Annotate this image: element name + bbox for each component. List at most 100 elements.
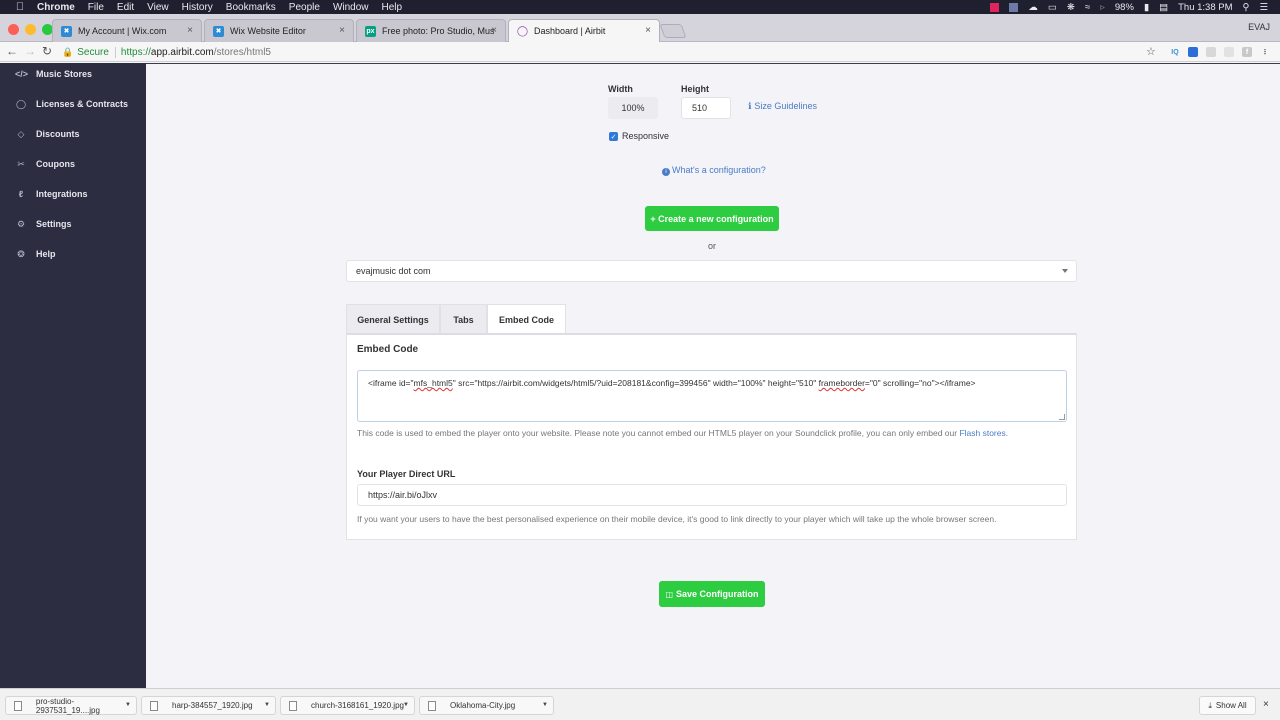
menu-people[interactable]: People <box>289 2 320 13</box>
file-icon <box>289 700 297 711</box>
height-label: Height <box>681 84 709 94</box>
battery-percent[interactable]: 98% <box>1115 2 1134 13</box>
sidebar-item-label: Settings <box>36 219 72 229</box>
code-part: <iframe id=" <box>368 378 414 388</box>
wix-icon: ✖ <box>213 25 224 37</box>
sidebar-item-help[interactable]: ❂ Help <box>0 243 146 265</box>
sidebar-item-coupons[interactable]: ✂ Coupons <box>0 153 146 175</box>
wifi-icon[interactable]: ≈ <box>1085 2 1090 13</box>
responsive-checkbox[interactable]: ✓ <box>609 132 618 141</box>
battery-icon: ▮ <box>1143 1 1150 13</box>
extension-icon[interactable] <box>1224 47 1234 57</box>
menu-file[interactable]: File <box>88 2 104 13</box>
show-all-downloads-button[interactable]: ⤓ Show All <box>1199 696 1256 715</box>
wd-icon[interactable] <box>1009 2 1019 12</box>
sidebar-item-music-stores[interactable]: </> Music Stores <box>0 63 146 85</box>
new-tab-button[interactable] <box>659 24 687 38</box>
menu-history[interactable]: History <box>182 2 213 13</box>
iq-extension-icon[interactable]: IQ <box>1170 47 1180 57</box>
resize-handle[interactable] <box>1059 414 1065 420</box>
embed-code-textarea[interactable]: <iframe id="mfs_html5" src="https://airb… <box>357 370 1067 422</box>
embed-code-panel: Embed Code <iframe id="mfs_html5" src="h… <box>346 333 1077 540</box>
shield-icon: ◯ <box>15 98 27 109</box>
width-value: 100% <box>621 103 645 113</box>
address-separator <box>114 46 116 58</box>
minimize-window-button[interactable] <box>25 24 36 35</box>
download-menu-arrow[interactable]: ▼ <box>542 702 548 708</box>
app-status-icon[interactable] <box>990 2 1000 12</box>
download-item[interactable]: pro-studio-2937531_19....jpg ▼ <box>5 696 137 715</box>
tab-strip: ✖ My Account | Wix.com × ✖ Wix Website E… <box>0 14 1280 42</box>
profile-button[interactable]: EVAJ <box>1248 22 1270 32</box>
tag-icon: ◇ <box>17 128 25 139</box>
whats-config-link[interactable]: i What's a configuration? <box>662 165 766 176</box>
skype-extension-icon[interactable] <box>1206 47 1216 57</box>
file-icon <box>428 700 436 711</box>
menu-app-name[interactable]: Chrome <box>37 2 75 13</box>
volume-icon[interactable]: ▹ <box>1100 2 1105 13</box>
download-menu-arrow[interactable]: ▼ <box>125 702 131 708</box>
download-item[interactable]: church-3168161_1920.jpg ▼ <box>280 696 415 715</box>
menu-help[interactable]: Help <box>382 2 403 13</box>
back-icon[interactable]: ← <box>6 44 18 58</box>
download-filename: Oklahoma-City.jpg <box>450 701 516 710</box>
wix-icon: ✖ <box>61 25 72 37</box>
notification-center-icon[interactable]: ☰ <box>1259 2 1268 13</box>
reload-icon[interactable]: ↻ <box>42 44 52 58</box>
bluetooth-icon[interactable]: ❋ <box>1067 2 1075 13</box>
sidebar-item-settings[interactable]: ⚙ Settings <box>0 213 146 235</box>
sidebar-item-label: Discounts <box>36 129 80 139</box>
browser-tab[interactable]: ✖ My Account | Wix.com × <box>52 19 202 42</box>
tab-embed-code[interactable]: Embed Code <box>487 304 566 334</box>
sidebar-item-licenses[interactable]: ◯ Licenses & Contracts <box>0 93 146 115</box>
size-guidelines-link[interactable]: ℹ Size Guidelines <box>748 101 817 112</box>
menu-edit[interactable]: Edit <box>117 2 134 13</box>
sidebar-item-integrations[interactable]: ℓ Integrations <box>0 183 146 205</box>
browser-tab[interactable]: ✖ Wix Website Editor × <box>204 19 354 42</box>
height-input[interactable]: 510 <box>681 97 731 119</box>
forward-icon[interactable]: → <box>24 44 36 58</box>
bookmark-star-icon[interactable]: ☆ <box>1146 45 1156 58</box>
tab-general-settings[interactable]: General Settings <box>346 304 440 334</box>
download-item[interactable]: Oklahoma-City.jpg ▼ <box>419 696 554 715</box>
close-tab-icon[interactable]: × <box>339 25 345 36</box>
spotlight-icon[interactable]: ⚲ <box>1243 2 1250 13</box>
download-menu-arrow[interactable]: ▼ <box>264 702 270 708</box>
download-item[interactable]: harp-384557_1920.jpg ▼ <box>141 696 276 715</box>
save-configuration-button[interactable]: ◫ Save Configuration <box>659 581 765 607</box>
bookmark-extension-icon[interactable] <box>1188 47 1198 57</box>
embed-help-text: This code is used to embed the player on… <box>357 428 1008 438</box>
close-tab-icon[interactable]: × <box>491 25 497 36</box>
lock-icon[interactable]: 🔒 <box>62 47 73 58</box>
close-downloads-icon[interactable]: × <box>1263 699 1269 710</box>
configuration-select[interactable]: evajmusic dot com <box>346 260 1077 282</box>
window-controls <box>8 24 53 35</box>
clock[interactable]: Thu 1:38 PM <box>1178 2 1232 13</box>
tab-tabs[interactable]: Tabs <box>440 304 487 334</box>
plug-icon: ℓ <box>18 189 24 199</box>
sidebar-item-discounts[interactable]: ◇ Discounts <box>0 123 146 145</box>
close-tab-icon[interactable]: × <box>645 25 651 36</box>
flash-stores-link[interactable]: Flash stores <box>959 428 1005 438</box>
address-bar[interactable]: 🔒 Secure https:// app.airbit.com /stores… <box>62 44 1162 60</box>
size-guidelines-label: Size Guidelines <box>754 101 817 111</box>
menu-view[interactable]: View <box>147 2 169 13</box>
gear-icon: ⚙ <box>16 218 26 229</box>
facebook-extension-icon[interactable]: f <box>1242 47 1252 57</box>
airplay-icon[interactable]: ▭ <box>1048 2 1057 13</box>
close-tab-icon[interactable]: × <box>187 25 193 36</box>
direct-url-input[interactable]: https://air.bi/oJlxv <box>357 484 1067 506</box>
creative-cloud-icon[interactable]: ☁ <box>1028 2 1038 13</box>
browser-tab[interactable]: px Free photo: Pro Studio, Music × <box>356 19 506 42</box>
code-part: " src="https://airbit.com/widgets/html5/… <box>452 378 819 388</box>
menu-bookmarks[interactable]: Bookmarks <box>226 2 276 13</box>
close-window-button[interactable] <box>8 24 19 35</box>
browser-tab-active[interactable]: ◯ Dashboard | Airbit × <box>508 19 660 42</box>
or-separator: or <box>708 241 717 251</box>
apple-icon[interactable]:  <box>13 1 27 13</box>
menu-window[interactable]: Window <box>333 2 369 13</box>
calendar-icon[interactable]: ▤ <box>1159 2 1168 13</box>
create-configuration-button[interactable]: + Create a new configuration <box>645 206 779 231</box>
download-menu-arrow[interactable]: ▼ <box>403 702 409 708</box>
chrome-menu-icon[interactable]: ⋮ <box>1260 47 1270 57</box>
